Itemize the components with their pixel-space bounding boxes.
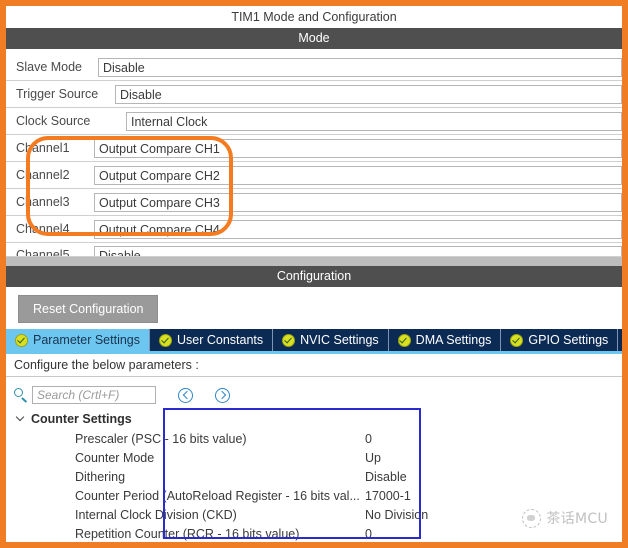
table-row[interactable]: Counter Period (AutoReload Register - 16… (66, 486, 622, 505)
tab-label: Parameter Settings (33, 333, 140, 347)
param-name: Dithering (75, 469, 126, 484)
tab-label: DMA Settings (415, 333, 492, 347)
mode-scrollbar[interactable] (6, 257, 622, 266)
check-circle-icon (15, 333, 28, 347)
mode-row-channel1: Channel1 Output Compare CH1 (6, 135, 622, 162)
watermark-logo-icon (522, 508, 542, 528)
channel2-label: Channel2 (16, 168, 70, 182)
param-name: Prescaler (PSC - 16 bits value) (75, 431, 247, 446)
chevron-right-circle-icon[interactable] (215, 387, 230, 403)
mode-section-header: Mode (6, 28, 622, 49)
param-name: Counter Period (AutoReload Register - 16… (75, 488, 360, 503)
param-value[interactable]: 17000-1 (365, 489, 622, 503)
tab-parameter-settings[interactable]: Parameter Settings (6, 329, 150, 351)
mode-row-channel3: Channel3 Output Compare CH3 (6, 189, 622, 216)
slave-mode-label: Slave Mode (16, 60, 83, 74)
channel5-label: Channel5 (16, 248, 70, 257)
chevron-left-circle-icon[interactable] (178, 387, 193, 403)
table-row[interactable]: Prescaler (PSC - 16 bits value) 0 (66, 429, 622, 448)
mode-row-slave-mode: Slave Mode Disable (6, 54, 622, 81)
mode-row-channel2: Channel2 Output Compare CH2 (6, 162, 622, 189)
parameter-search-row: Search (Crtl+F) (6, 377, 622, 411)
tab-label: GPIO Settings (528, 333, 609, 347)
check-circle-icon (282, 333, 296, 347)
channel3-label: Channel3 (16, 195, 70, 209)
configuration-section-header: Configuration (6, 266, 622, 287)
param-value[interactable]: 0 (365, 527, 622, 541)
search-input[interactable]: Search (Crtl+F) (32, 386, 156, 404)
param-value[interactable]: 0 (365, 432, 622, 446)
check-circle-icon (397, 333, 411, 347)
channel5-dropdown[interactable]: Disable (94, 245, 622, 256)
check-circle-icon (159, 333, 172, 347)
channel4-dropdown[interactable]: Output Compare CH4 (94, 219, 622, 239)
parameter-table: Prescaler (PSC - 16 bits value) 0 Counte… (66, 429, 622, 548)
slave-mode-dropdown[interactable]: Disable (98, 57, 622, 77)
mode-row-channel4: Channel4 Output Compare CH4 (6, 216, 622, 243)
table-row[interactable]: Dithering Disable (66, 467, 622, 486)
group-label: Counter Settings (31, 412, 132, 426)
tab-nvic-settings[interactable]: NVIC Settings (273, 329, 389, 351)
param-name: Counter Mode (75, 450, 155, 465)
configuration-tabbar: Parameter Settings User Constants NVIC S… (6, 329, 622, 351)
tab-user-constants[interactable]: User Constants (150, 329, 274, 351)
mode-row-channel5: Channel5 Disable (6, 243, 622, 257)
param-name: Internal Clock Division (CKD) (75, 507, 237, 522)
channel1-label: Channel1 (16, 141, 70, 155)
clock-source-dropdown[interactable]: Internal Clock (126, 111, 622, 131)
reset-button-area: Reset Configuration (6, 287, 622, 329)
tab-gpio-settings[interactable]: GPIO Settings (501, 329, 619, 351)
mode-row-trigger-source: Trigger Source Disable (6, 81, 622, 108)
chevron-down-icon[interactable] (16, 415, 25, 424)
tab-dma-settings[interactable]: DMA Settings (388, 329, 502, 351)
configure-note: Configure the below parameters : (6, 354, 622, 377)
table-row[interactable]: Counter Mode Up (66, 448, 622, 467)
clock-source-label: Clock Source (16, 114, 91, 128)
table-row[interactable]: auto-reload preload Disable (66, 543, 622, 548)
search-icon (14, 388, 28, 403)
mode-section-body: Slave Mode Disable Trigger Source Disabl… (6, 49, 622, 266)
group-counter-settings[interactable]: Counter Settings (6, 411, 622, 427)
channel3-dropdown[interactable]: Output Compare CH3 (94, 192, 622, 212)
watermark-text: 茶话MCU (546, 511, 608, 527)
mode-row-clock-source: Clock Source Internal Clock (6, 108, 622, 135)
param-value[interactable]: Up (365, 451, 622, 465)
check-circle-icon (510, 333, 524, 347)
channel1-dropdown[interactable]: Output Compare CH1 (94, 138, 622, 158)
channel2-dropdown[interactable]: Output Compare CH2 (94, 165, 622, 185)
reset-configuration-button[interactable]: Reset Configuration (18, 295, 159, 323)
trigger-source-dropdown[interactable]: Disable (115, 84, 622, 104)
param-value[interactable]: Disable (365, 470, 622, 484)
page-title: TIM1 Mode and Configuration (6, 6, 622, 28)
param-name: Repetition Counter (RCR - 16 bits value) (75, 526, 300, 541)
channel4-label: Channel4 (16, 222, 70, 236)
tab-label: NVIC Settings (300, 333, 379, 347)
watermark: 茶话MCU (522, 508, 608, 528)
tab-label: User Constants (177, 333, 264, 347)
trigger-source-label: Trigger Source (16, 87, 99, 101)
tim1-configuration-window: TIM1 Mode and Configuration Mode Slave M… (0, 0, 628, 548)
